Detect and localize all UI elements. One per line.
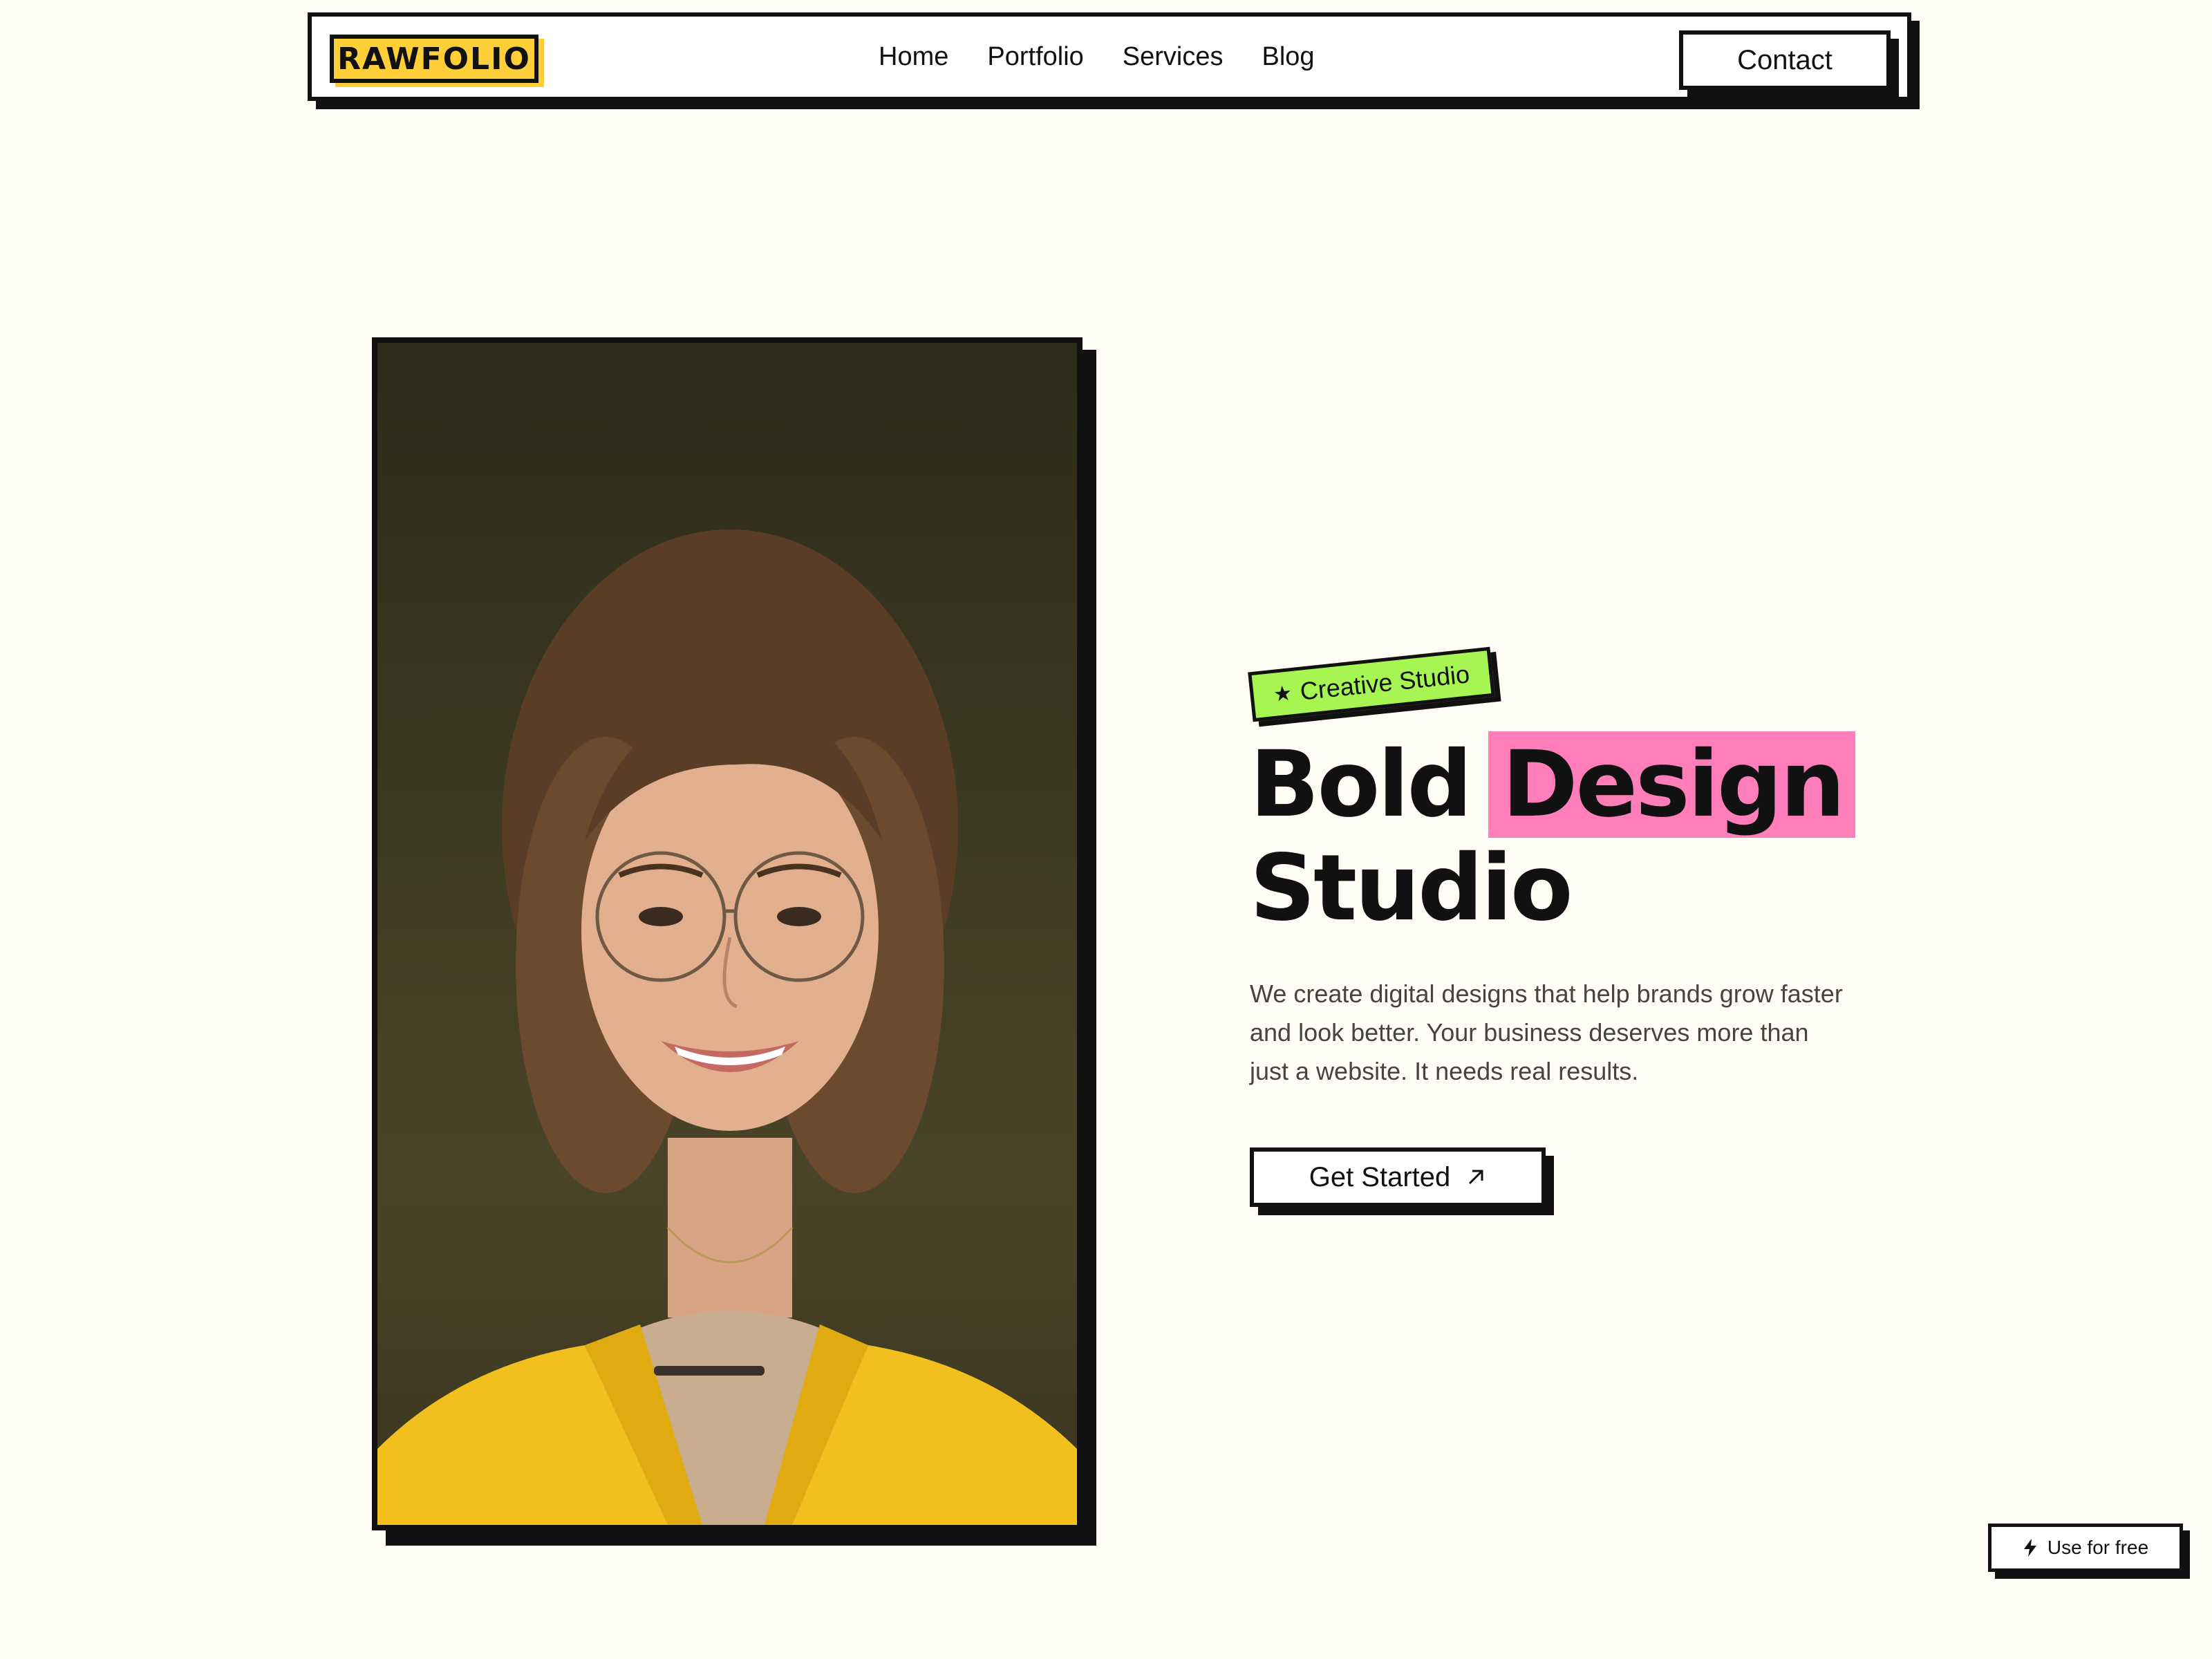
nav-link-home[interactable]: Home — [879, 42, 948, 72]
top-navbar: RAWFOLIO Home Portfolio Services Blog Co… — [308, 12, 1911, 101]
nav-link-portfolio[interactable]: Portfolio — [987, 42, 1083, 72]
nav-links: Home Portfolio Services Blog — [879, 17, 1315, 97]
nav-link-services[interactable]: Services — [1123, 42, 1224, 72]
hero-title: Bold Design Studio — [1250, 731, 1856, 941]
contact-button[interactable]: Contact — [1679, 30, 1891, 90]
star-icon: ★ — [1272, 681, 1293, 706]
title-word-bold: Bold — [1250, 731, 1472, 838]
nav-link-blog[interactable]: Blog — [1262, 42, 1315, 72]
hero-description: We create digital designs that help bran… — [1250, 980, 1843, 1085]
bolt-icon — [2023, 1539, 2036, 1557]
title-word-studio: Studio — [1250, 835, 1573, 941]
hero-portrait-image — [372, 337, 1082, 1530]
arrow-up-right-icon — [1469, 1170, 1483, 1185]
badge-label: Creative Studio — [1298, 659, 1471, 706]
creative-studio-badge: ★ Creative Studio — [1248, 646, 1495, 722]
get-started-button[interactable]: Get Started — [1250, 1147, 1546, 1207]
logo[interactable]: RAWFOLIO — [330, 35, 538, 83]
use-for-free-label: Use for free — [2047, 1537, 2149, 1558]
title-highlight-design: Design — [1488, 731, 1856, 838]
use-for-free-button[interactable]: Use for free — [1988, 1524, 2183, 1572]
get-started-label: Get Started — [1309, 1161, 1451, 1192]
